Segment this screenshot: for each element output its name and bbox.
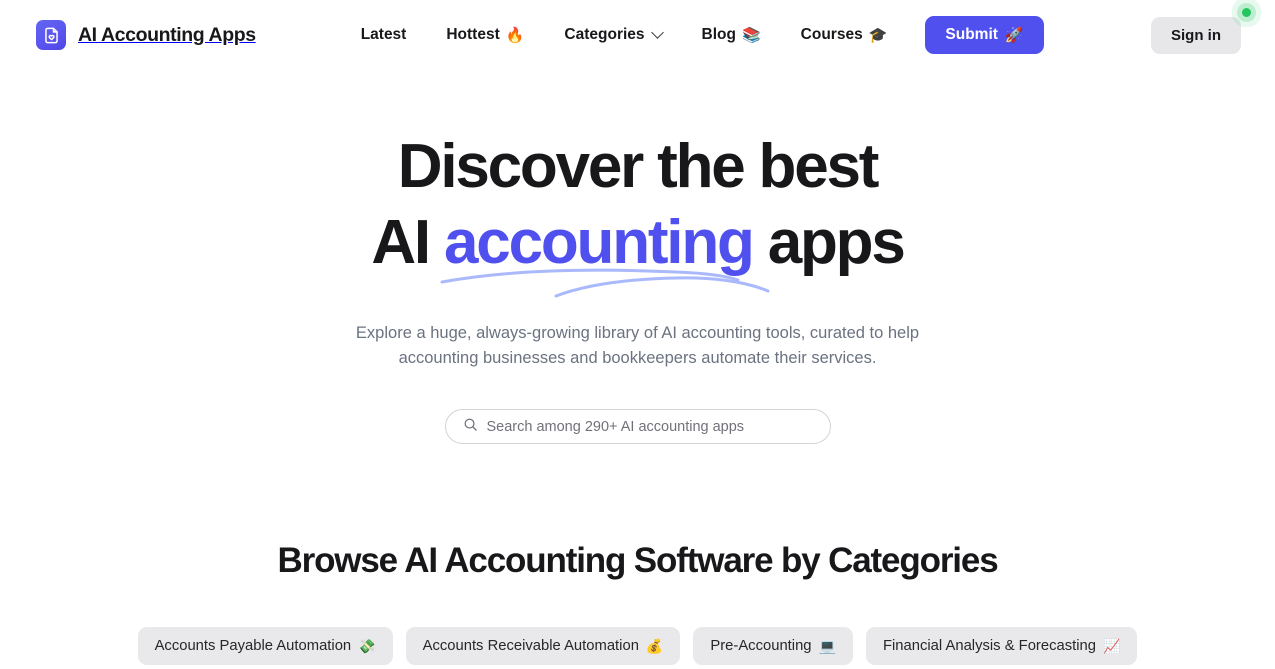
sign-in-button[interactable]: Sign in <box>1151 16 1241 54</box>
nav-item-courses[interactable]: Courses 🎓 <box>781 18 908 52</box>
money-with-wings-icon: 💸 <box>358 638 376 655</box>
main-nav: Latest Hottest 🔥 Categories Blog 📚 Cours… <box>341 16 1044 54</box>
site-header: AI Accounting Apps Latest Hottest 🔥 Cate… <box>0 0 1275 70</box>
category-chip-label: Pre-Accounting <box>710 638 812 655</box>
graduation-cap-icon: 🎓 <box>868 26 888 44</box>
category-chip-label: Financial Analysis & Forecasting <box>882 638 1096 655</box>
chevron-down-icon <box>650 25 664 39</box>
hero-section: Discover the best AI accounting apps Exp… <box>0 70 1275 445</box>
rocket-icon: 🚀 <box>1004 26 1024 44</box>
nav-label-courses: Courses <box>800 26 863 43</box>
category-chip-label: Accounts Receivable Automation <box>422 638 639 655</box>
header-right: Sign in <box>1151 7 1251 54</box>
category-chips-row: Accounts Payable Automation 💸 Accounts R… <box>0 627 1275 666</box>
brand-logo-link[interactable]: AI Accounting Apps <box>36 20 256 50</box>
search-input[interactable] <box>486 418 813 435</box>
document-heart-icon <box>36 20 66 50</box>
nav-item-hottest[interactable]: Hottest 🔥 <box>426 18 544 52</box>
category-chip-accounts-payable-automation[interactable]: Accounts Payable Automation 💸 <box>137 627 393 666</box>
submit-button-label: Submit <box>945 26 998 43</box>
category-chip-pre-accounting[interactable]: Pre-Accounting 💻 <box>693 627 853 666</box>
hero-title-line-2: AI accounting apps <box>0 212 1275 298</box>
books-icon: 📚 <box>741 26 761 44</box>
nav-label-blog: Blog <box>701 26 736 43</box>
signin-wrapper: Sign in <box>1151 7 1251 54</box>
hero-accent-text: accounting <box>444 208 755 277</box>
page-title: Discover the best AI accounting apps <box>0 136 1275 298</box>
fire-icon: 🔥 <box>505 26 525 44</box>
chart-increasing-icon: 📈 <box>1102 638 1121 655</box>
hero-title-line-1: Discover the best <box>397 132 880 201</box>
categories-heading: Browse AI Accounting Software by Categor… <box>277 541 998 581</box>
category-chip-accounts-receivable-automation[interactable]: Accounts Receivable Automation 💰 <box>405 627 681 666</box>
hero-title-accent-word: accounting <box>440 212 770 298</box>
nav-item-latest[interactable]: Latest <box>341 18 427 52</box>
submit-button[interactable]: Submit 🚀 <box>925 16 1044 54</box>
laptop-icon: 💻 <box>818 638 836 655</box>
hero-title-prefix: AI <box>371 208 444 277</box>
category-chip-financial-analysis-forecasting[interactable]: Financial Analysis & Forecasting 📈 <box>865 627 1138 666</box>
categories-section: Browse AI Accounting Software by Categor… <box>0 541 1275 666</box>
nav-label-categories: Categories <box>564 26 645 43</box>
category-chip-label: Accounts Payable Automation <box>154 638 352 655</box>
hero-title-suffix: apps <box>752 208 906 277</box>
nav-label-hottest: Hottest <box>446 26 500 43</box>
status-indicator-dot <box>1242 7 1251 17</box>
money-bag-icon: 💰 <box>645 638 664 655</box>
brand-name: AI Accounting Apps <box>78 23 256 46</box>
nav-label-latest: Latest <box>360 26 407 43</box>
nav-item-blog[interactable]: Blog 📚 <box>682 18 781 52</box>
search-icon <box>463 417 478 437</box>
search-bar[interactable] <box>444 409 831 445</box>
hero-subtitle: Explore a huge, always-growing library o… <box>355 324 920 368</box>
nav-item-categories[interactable]: Categories <box>544 18 681 52</box>
